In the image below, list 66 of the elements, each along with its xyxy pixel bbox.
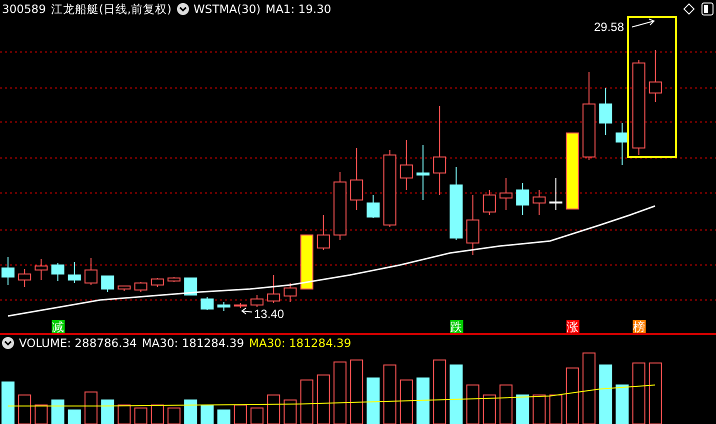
candlestick: [516, 182, 530, 216]
candlestick: [84, 258, 98, 286]
volume-bar: [184, 400, 198, 424]
volume-bar: [51, 400, 64, 424]
panel-toggle-icon[interactable]: [702, 2, 714, 16]
candlestick: [549, 178, 562, 210]
candlestick: [200, 296, 214, 310]
volume-bar: [366, 378, 380, 424]
volume-bar: [2, 382, 14, 424]
candlestick: [616, 122, 629, 166]
candlestick: [51, 262, 64, 282]
candlestick: [250, 294, 264, 308]
volume-bar: [450, 364, 463, 424]
candlestick: [168, 276, 180, 282]
stock-code: 300589: [2, 2, 46, 16]
candlestick: [599, 88, 612, 136]
signal-marker-text: 榜: [632, 320, 645, 334]
candlestick: [68, 262, 81, 284]
dropdown-chevron-icon[interactable]: [2, 337, 14, 349]
stock-name: 江龙船艇(日线,前复权): [50, 2, 172, 16]
candlestick: [101, 276, 114, 292]
volume-bar: [416, 378, 430, 424]
volume-average-value: MA30: 181284.39: [249, 336, 352, 350]
candlestick: [532, 190, 546, 216]
volume-bar: [616, 384, 629, 424]
low-price-label: 13.40: [254, 307, 284, 321]
volume-bar: [599, 364, 612, 424]
candlestick: [350, 148, 364, 210]
candlestick: [300, 234, 314, 290]
pointer-arrow-icon: [241, 308, 252, 314]
indicator-name: WSTMA(30): [194, 2, 261, 16]
signal-marker-text: 减: [52, 320, 64, 334]
volume-bar: [200, 404, 214, 424]
volume-value: VOLUME: 288786.34: [19, 336, 137, 350]
candlestick: [466, 194, 480, 256]
candlestick: [400, 140, 413, 190]
candlestick: [34, 258, 48, 280]
diamond-icon[interactable]: [683, 3, 695, 15]
candlestick: [267, 274, 280, 304]
volume-average-value: MA30: 181284.39: [142, 336, 244, 350]
volume-bar: [516, 394, 530, 424]
candlestick: [2, 256, 14, 286]
signal-marker-text: 跌: [450, 320, 462, 334]
candlestick: [150, 278, 164, 288]
volume-bar: [68, 410, 81, 424]
volume-bar: [217, 410, 230, 424]
signal-marker-text: 涨: [566, 320, 578, 334]
candlestick: [18, 268, 32, 288]
candlestick: [500, 178, 512, 210]
candlestick: [284, 282, 297, 302]
candlestick: [184, 278, 198, 296]
volume-bar: [101, 400, 114, 424]
candlestick: [217, 302, 230, 312]
dropdown-chevron-icon[interactable]: [176, 3, 189, 15]
high-price-label: 29.58: [594, 20, 624, 34]
candlestick: [648, 50, 662, 102]
candlestick: [334, 172, 346, 240]
candlestick: [416, 144, 430, 200]
candlestick: [482, 190, 496, 216]
candlestick: [134, 282, 148, 292]
pointer-arrow-icon: [632, 18, 655, 28]
candlestick: [366, 194, 380, 218]
candlestick: [234, 302, 247, 308]
candlestick: [316, 214, 330, 250]
moving-average-value: MA1: 19.30: [266, 2, 332, 16]
candlestick: [118, 286, 131, 292]
